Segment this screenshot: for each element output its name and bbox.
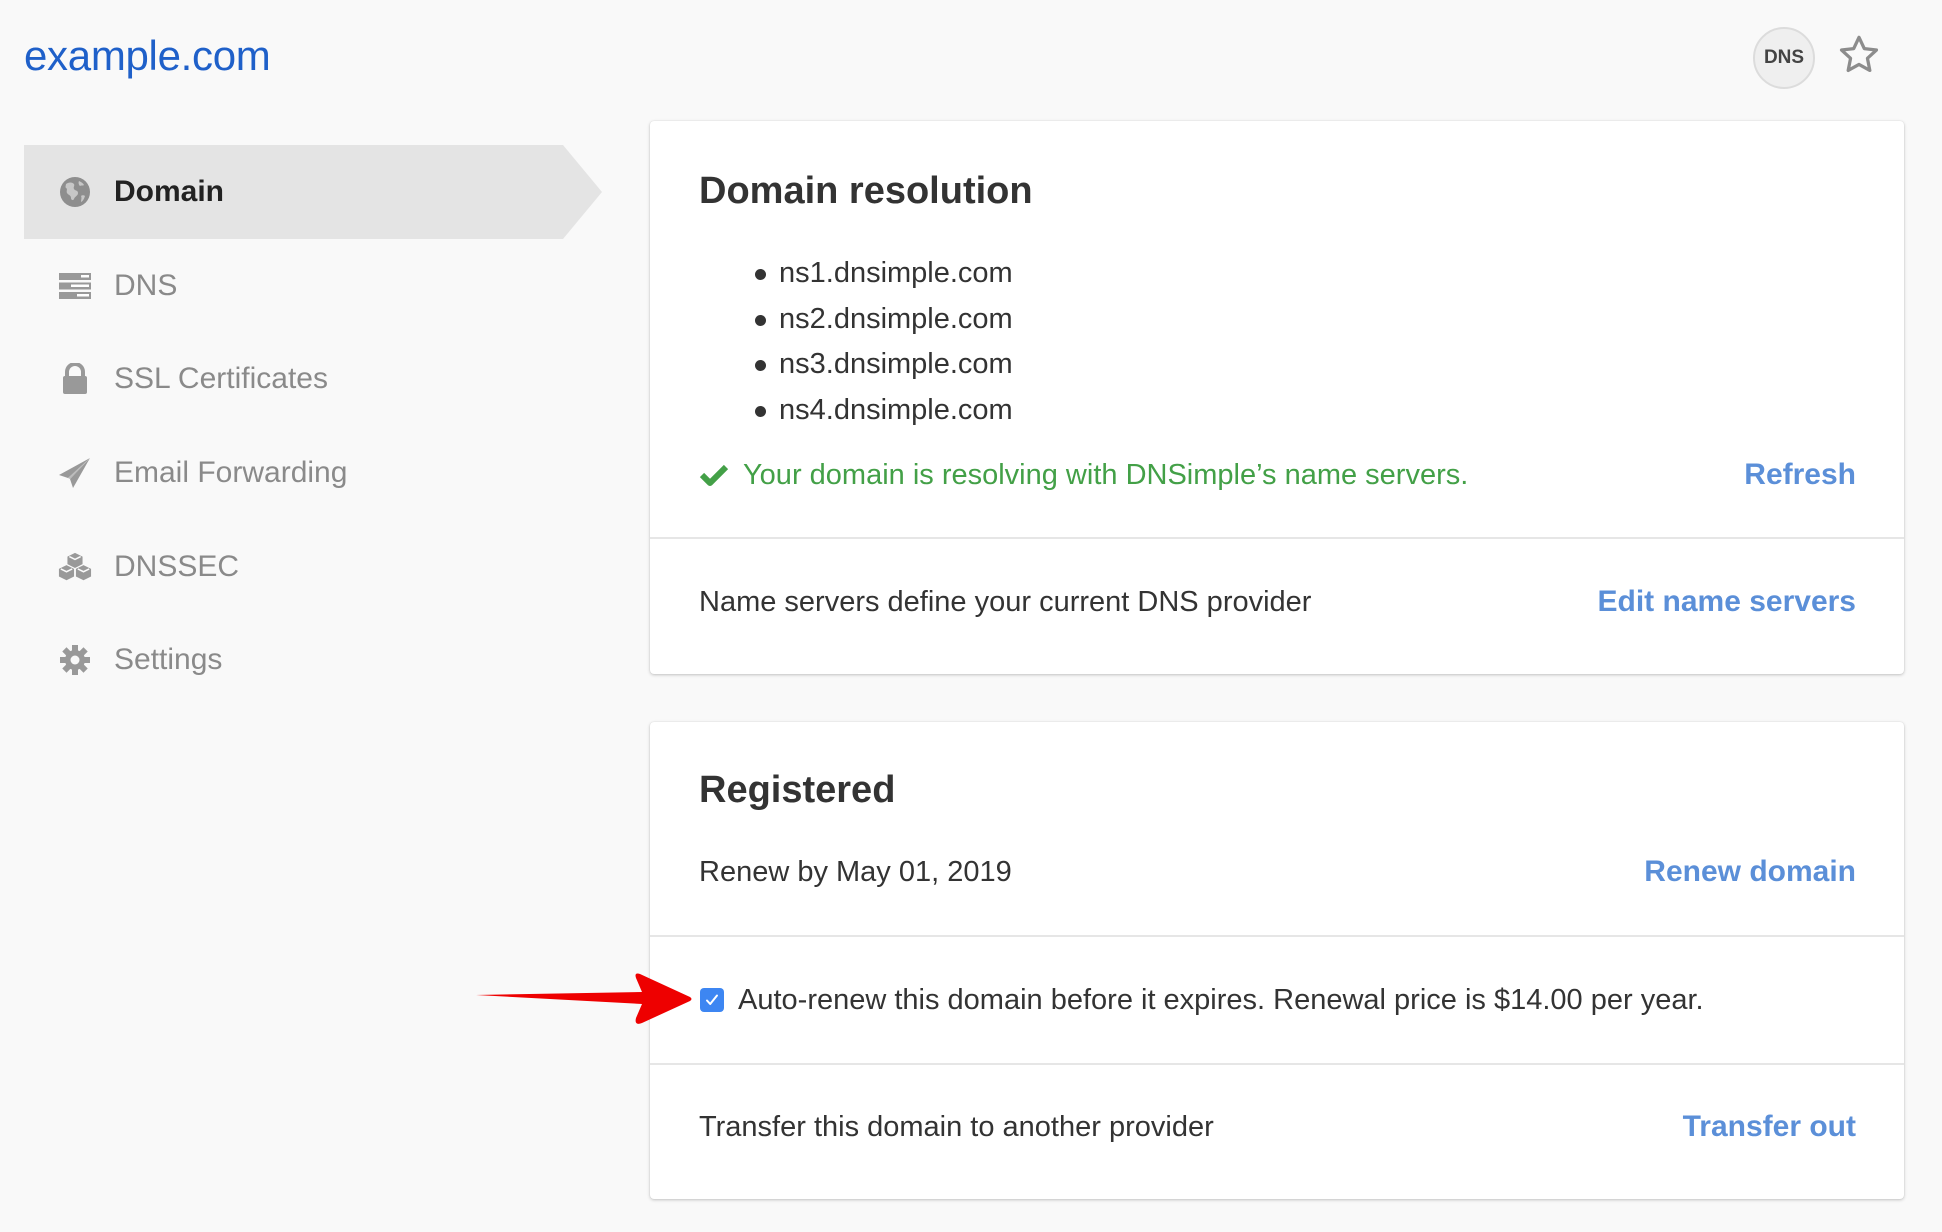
sidebar-item-settings[interactable]: Settings (24, 613, 602, 707)
star-icon[interactable] (1836, 32, 1882, 78)
sidebar-item-dnssec[interactable]: DNSSEC (24, 520, 602, 614)
name-server-item: ns2.dnsimple.com (755, 297, 1013, 343)
gear-icon (58, 643, 92, 677)
sidebar-item-label: DNS (114, 269, 178, 302)
name-server-item: ns4.dnsimple.com (755, 388, 1013, 434)
edit-name-servers-link[interactable]: Edit name servers (1598, 582, 1856, 622)
auto-renew-label: Auto-renew this domain before it expires… (738, 984, 1704, 1016)
sidebar-item-domain[interactable]: Domain (24, 145, 602, 239)
bullet-icon (755, 405, 766, 417)
name-server-text: ns2.dnsimple.com (779, 302, 1013, 335)
bullet-icon (755, 360, 766, 371)
name-server-text: ns4.dnsimple.com (779, 393, 1013, 426)
annotation-arrow-icon (476, 973, 692, 1024)
resolution-status-text: Your domain is resolving with DNSimple’s… (743, 459, 1469, 491)
cubes-icon (58, 550, 92, 584)
sidebar-item-dns[interactable]: DNS (24, 239, 602, 333)
bullet-icon (755, 314, 766, 326)
domain-resolution-card: Domain resolution ns1.dnsimple.com ns2.d… (650, 121, 1904, 674)
renew-domain-link[interactable]: Renew domain (1644, 852, 1856, 892)
sidebar-item-label: Email Forwarding (114, 456, 348, 489)
name-server-text: ns3.dnsimple.com (779, 348, 1013, 380)
name-server-text: ns1.dnsimple.com (779, 257, 1013, 289)
name-server-item: ns3.dnsimple.com (755, 342, 1013, 388)
renew-by-text: Renew by May 01, 2019 (699, 856, 1012, 888)
divider (650, 1063, 1904, 1065)
globe-icon (58, 175, 92, 209)
name-server-item: ns1.dnsimple.com (755, 251, 1013, 297)
refresh-link[interactable]: Refresh (1744, 455, 1856, 495)
name-server-list: ns1.dnsimple.com ns2.dnsimple.com ns3.dn… (755, 251, 1013, 433)
sidebar-item-label: DNSSEC (114, 550, 240, 583)
bullet-icon (755, 269, 766, 280)
sidebar-item-email-forwarding[interactable]: Email Forwarding (24, 426, 602, 520)
card-title: Domain resolution (699, 170, 1033, 212)
checkmark-icon (706, 994, 718, 1005)
dns-badge[interactable]: DNS (1753, 27, 1815, 89)
card-title: Registered (699, 769, 896, 811)
auto-renew-checkbox[interactable] (700, 988, 724, 1012)
registered-card: Registered Renew by May 01, 2019 Renew d… (650, 722, 1904, 1199)
divider (650, 537, 1904, 539)
check-icon (699, 464, 729, 486)
sidebar-item-label: SSL Certificates (114, 362, 328, 395)
sidebar-item-label: Domain (114, 175, 225, 208)
transfer-out-link[interactable]: Transfer out (1683, 1107, 1856, 1147)
sidebar-item-label: Settings (114, 643, 223, 676)
resolution-status: Your domain is resolving with DNSimple’s… (699, 455, 1468, 495)
name-servers-description: Name servers define your current DNS pro… (699, 586, 1312, 618)
auto-renew-option[interactable]: Auto-renew this domain before it expires… (700, 980, 1704, 1020)
server-icon (58, 269, 92, 303)
transfer-description: Transfer this domain to another provider (699, 1111, 1214, 1143)
lock-icon (58, 362, 92, 396)
paper-plane-icon (58, 456, 92, 490)
site-title-link[interactable]: example.com (24, 28, 271, 84)
divider (650, 935, 1904, 937)
sidebar-item-ssl-certificates[interactable]: SSL Certificates (24, 332, 602, 426)
